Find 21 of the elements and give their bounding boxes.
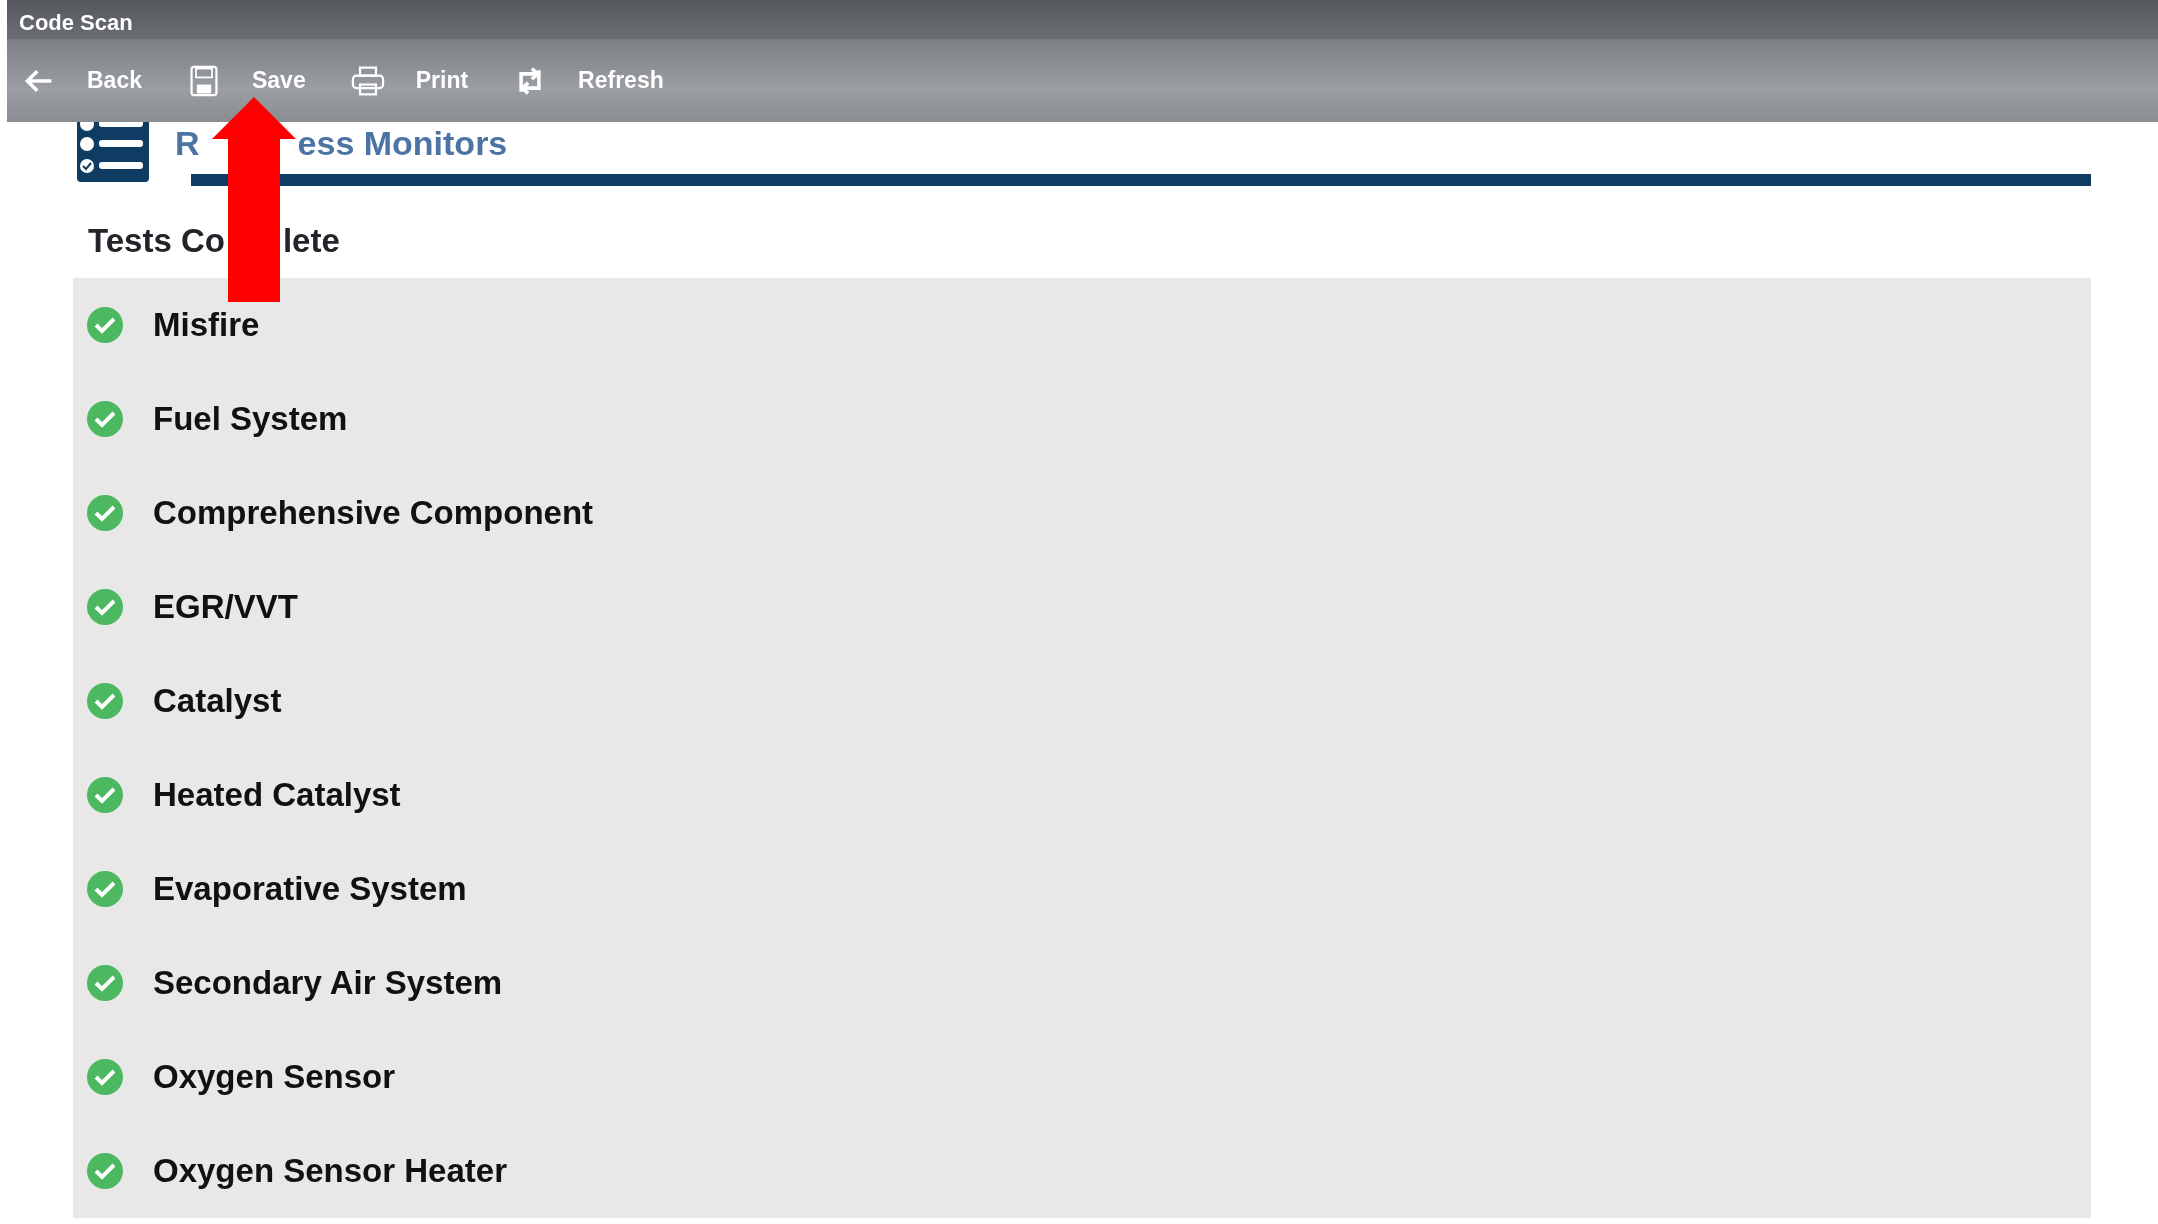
section-title-fragment: ess Monitors — [297, 126, 508, 160]
monitor-name: Oxygen Sensor — [153, 1057, 396, 1098]
toolbar-button[interactable]: Back — [21, 63, 142, 98]
monitor-name: Comprehensive Component — [153, 493, 594, 534]
monitor-name: Fuel System — [153, 399, 348, 440]
monitor-name: Heated Catalyst — [153, 775, 401, 816]
toolbar-button[interactable]: Refresh — [512, 63, 664, 98]
checklist-icon — [77, 122, 149, 182]
toolbar-button[interactable]: Print — [349, 63, 469, 98]
monitor-name: Misfire — [153, 305, 260, 346]
window-title: Code Scan — [19, 10, 133, 35]
section-title-fragment: R — [175, 126, 200, 160]
monitor-name: Catalyst — [153, 681, 282, 722]
toolbar-button[interactable]: Save — [186, 63, 306, 98]
section-subtitle-fragment: Tests Co — [88, 221, 225, 261]
monitor-name: Evaporative System — [153, 869, 467, 910]
section-subtitle-fragment: lete — [282, 221, 340, 261]
printer-icon — [349, 64, 386, 97]
monitor-name: Oxygen Sensor Heater — [153, 1151, 507, 1192]
monitor-name: Secondary Air System — [153, 963, 503, 1004]
monitor-name: EGR/VVT — [153, 587, 298, 628]
